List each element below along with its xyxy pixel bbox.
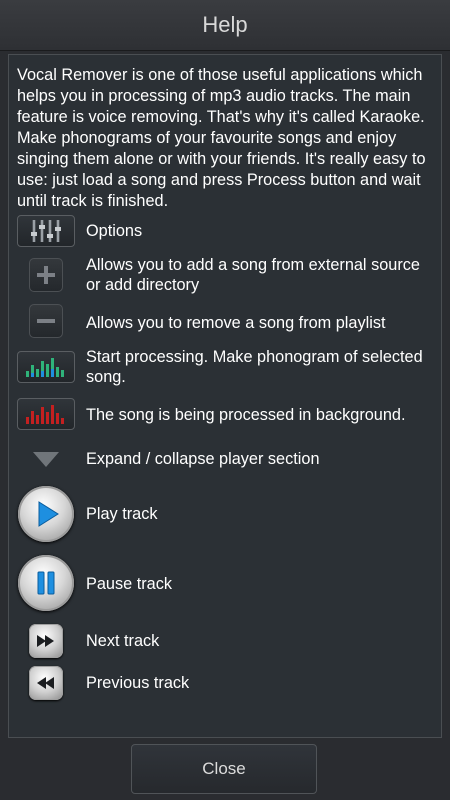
triangle-down-icon	[33, 452, 59, 467]
help-text-next: Next track	[86, 632, 160, 650]
pause-icon	[18, 555, 74, 611]
help-text-add: Allows you to add a song from external s…	[86, 256, 420, 294]
help-text-expand: Expand / collapse player section	[86, 450, 320, 468]
equalizer-options-icon	[17, 215, 75, 247]
previous-track-icon	[29, 666, 63, 700]
help-text-processing: The song is being processed in backgroun…	[86, 406, 406, 424]
help-text-previous: Previous track	[86, 674, 190, 692]
spectrum-start-icon	[17, 351, 75, 383]
play-icon	[18, 486, 74, 542]
help-text-pause: Pause track	[86, 575, 172, 593]
title-bar: Help	[0, 0, 450, 51]
bottom-bar: Close	[0, 740, 450, 800]
minus-icon	[29, 304, 63, 338]
spectrum-processing-icon	[17, 398, 75, 430]
intro-text: Vocal Remover is one of those useful app…	[17, 66, 426, 210]
close-button[interactable]: Close	[131, 744, 317, 794]
plus-icon	[29, 258, 63, 292]
next-track-icon	[29, 624, 63, 658]
help-text-play: Play track	[86, 505, 158, 523]
page-title: Help	[202, 12, 248, 37]
help-panel[interactable]: Vocal Remover is one of those useful app…	[8, 54, 442, 738]
help-text-options: Options	[86, 222, 143, 240]
help-text-remove: Allows you to remove a song from playlis…	[86, 314, 386, 332]
help-text-start: Start processing. Make phonogram of sele…	[86, 348, 423, 386]
